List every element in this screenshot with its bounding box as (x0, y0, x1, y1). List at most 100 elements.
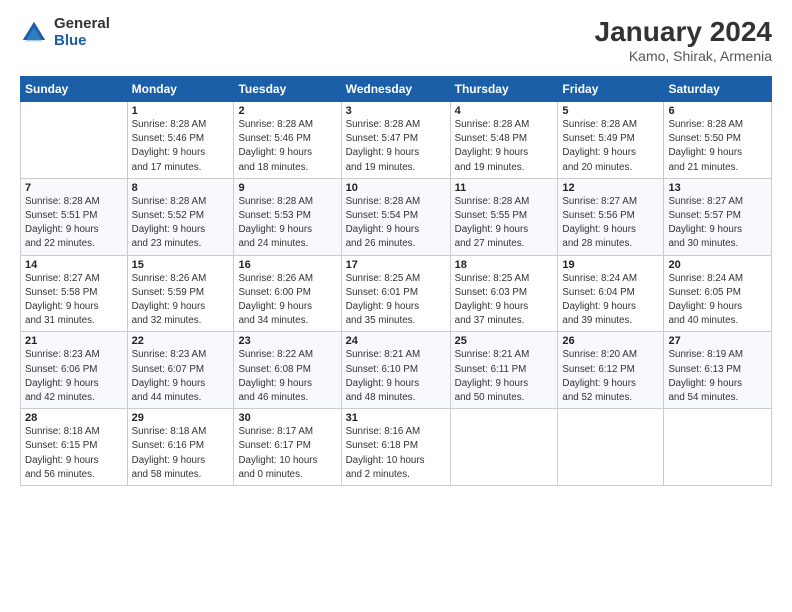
table-row: 2Sunrise: 8:28 AMSunset: 5:46 PMDaylight… (234, 102, 341, 179)
day-info: Sunrise: 8:27 AMSunset: 5:57 PMDaylight:… (668, 195, 767, 252)
table-row: 25Sunrise: 8:21 AMSunset: 6:11 PMDayligh… (450, 332, 558, 409)
table-row: 18Sunrise: 8:25 AMSunset: 6:03 PMDayligh… (450, 255, 558, 332)
day-info: Sunrise: 8:22 AMSunset: 6:08 PMDaylight:… (238, 348, 336, 405)
day-info: Sunrise: 8:18 AMSunset: 6:15 PMDaylight:… (25, 425, 123, 482)
day-number: 6 (668, 105, 767, 117)
table-row: 7Sunrise: 8:28 AMSunset: 5:51 PMDaylight… (21, 178, 128, 255)
calendar-week-row: 21Sunrise: 8:23 AMSunset: 6:06 PMDayligh… (21, 332, 772, 409)
day-number: 30 (238, 412, 336, 424)
day-number: 26 (562, 335, 659, 347)
logo-general-text: General (54, 16, 110, 33)
table-row: 19Sunrise: 8:24 AMSunset: 6:04 PMDayligh… (558, 255, 664, 332)
day-number: 28 (25, 412, 123, 424)
day-info: Sunrise: 8:27 AMSunset: 5:58 PMDaylight:… (25, 272, 123, 329)
day-info: Sunrise: 8:25 AMSunset: 6:01 PMDaylight:… (346, 272, 446, 329)
day-number: 9 (238, 182, 336, 194)
day-info: Sunrise: 8:28 AMSunset: 5:55 PMDaylight:… (455, 195, 554, 252)
day-info: Sunrise: 8:28 AMSunset: 5:49 PMDaylight:… (562, 118, 659, 175)
day-number: 29 (132, 412, 230, 424)
day-number: 13 (668, 182, 767, 194)
col-saturday: Saturday (664, 77, 772, 102)
day-info: Sunrise: 8:28 AMSunset: 5:53 PMDaylight:… (238, 195, 336, 252)
day-info: Sunrise: 8:25 AMSunset: 6:03 PMDaylight:… (455, 272, 554, 329)
day-number: 5 (562, 105, 659, 117)
logo-icon (20, 19, 48, 47)
table-row: 23Sunrise: 8:22 AMSunset: 6:08 PMDayligh… (234, 332, 341, 409)
table-row: 22Sunrise: 8:23 AMSunset: 6:07 PMDayligh… (127, 332, 234, 409)
day-number: 1 (132, 105, 230, 117)
day-info: Sunrise: 8:24 AMSunset: 6:04 PMDaylight:… (562, 272, 659, 329)
table-row: 6Sunrise: 8:28 AMSunset: 5:50 PMDaylight… (664, 102, 772, 179)
day-number: 25 (455, 335, 554, 347)
col-thursday: Thursday (450, 77, 558, 102)
day-info: Sunrise: 8:26 AMSunset: 6:00 PMDaylight:… (238, 272, 336, 329)
day-number: 14 (25, 259, 123, 271)
day-info: Sunrise: 8:18 AMSunset: 6:16 PMDaylight:… (132, 425, 230, 482)
table-row: 14Sunrise: 8:27 AMSunset: 5:58 PMDayligh… (21, 255, 128, 332)
day-info: Sunrise: 8:16 AMSunset: 6:18 PMDaylight:… (346, 425, 446, 482)
day-number: 7 (25, 182, 123, 194)
day-number: 19 (562, 259, 659, 271)
header: General Blue January 2024 Kamo, Shirak, … (20, 16, 772, 64)
day-info: Sunrise: 8:28 AMSunset: 5:46 PMDaylight:… (238, 118, 336, 175)
calendar-week-row: 1Sunrise: 8:28 AMSunset: 5:46 PMDaylight… (21, 102, 772, 179)
day-info: Sunrise: 8:28 AMSunset: 5:47 PMDaylight:… (346, 118, 446, 175)
table-row: 26Sunrise: 8:20 AMSunset: 6:12 PMDayligh… (558, 332, 664, 409)
day-number: 10 (346, 182, 446, 194)
day-number: 16 (238, 259, 336, 271)
day-number: 31 (346, 412, 446, 424)
day-number: 3 (346, 105, 446, 117)
day-number: 2 (238, 105, 336, 117)
day-number: 20 (668, 259, 767, 271)
table-row: 27Sunrise: 8:19 AMSunset: 6:13 PMDayligh… (664, 332, 772, 409)
col-monday: Monday (127, 77, 234, 102)
month-title: January 2024 (595, 16, 772, 48)
table-row: 5Sunrise: 8:28 AMSunset: 5:49 PMDaylight… (558, 102, 664, 179)
table-row: 12Sunrise: 8:27 AMSunset: 5:56 PMDayligh… (558, 178, 664, 255)
col-sunday: Sunday (21, 77, 128, 102)
logo-text: General Blue (54, 16, 110, 49)
table-row: 24Sunrise: 8:21 AMSunset: 6:10 PMDayligh… (341, 332, 450, 409)
day-number: 24 (346, 335, 446, 347)
day-info: Sunrise: 8:23 AMSunset: 6:07 PMDaylight:… (132, 348, 230, 405)
table-row: 30Sunrise: 8:17 AMSunset: 6:17 PMDayligh… (234, 409, 341, 486)
day-info: Sunrise: 8:21 AMSunset: 6:11 PMDaylight:… (455, 348, 554, 405)
day-info: Sunrise: 8:20 AMSunset: 6:12 PMDaylight:… (562, 348, 659, 405)
page: General Blue January 2024 Kamo, Shirak, … (0, 0, 792, 612)
table-row (21, 102, 128, 179)
calendar-week-row: 7Sunrise: 8:28 AMSunset: 5:51 PMDaylight… (21, 178, 772, 255)
logo-blue-text: Blue (54, 33, 110, 50)
day-number: 11 (455, 182, 554, 194)
day-info: Sunrise: 8:27 AMSunset: 5:56 PMDaylight:… (562, 195, 659, 252)
table-row: 28Sunrise: 8:18 AMSunset: 6:15 PMDayligh… (21, 409, 128, 486)
day-info: Sunrise: 8:28 AMSunset: 5:46 PMDaylight:… (132, 118, 230, 175)
day-info: Sunrise: 8:28 AMSunset: 5:48 PMDaylight:… (455, 118, 554, 175)
day-number: 27 (668, 335, 767, 347)
table-row: 10Sunrise: 8:28 AMSunset: 5:54 PMDayligh… (341, 178, 450, 255)
day-number: 21 (25, 335, 123, 347)
day-info: Sunrise: 8:23 AMSunset: 6:06 PMDaylight:… (25, 348, 123, 405)
table-row: 21Sunrise: 8:23 AMSunset: 6:06 PMDayligh… (21, 332, 128, 409)
calendar-header-row: Sunday Monday Tuesday Wednesday Thursday… (21, 77, 772, 102)
title-block: January 2024 Kamo, Shirak, Armenia (595, 16, 772, 64)
day-number: 12 (562, 182, 659, 194)
day-info: Sunrise: 8:24 AMSunset: 6:05 PMDaylight:… (668, 272, 767, 329)
day-number: 22 (132, 335, 230, 347)
calendar-week-row: 14Sunrise: 8:27 AMSunset: 5:58 PMDayligh… (21, 255, 772, 332)
table-row: 1Sunrise: 8:28 AMSunset: 5:46 PMDaylight… (127, 102, 234, 179)
day-number: 15 (132, 259, 230, 271)
day-info: Sunrise: 8:26 AMSunset: 5:59 PMDaylight:… (132, 272, 230, 329)
table-row: 13Sunrise: 8:27 AMSunset: 5:57 PMDayligh… (664, 178, 772, 255)
calendar-week-row: 28Sunrise: 8:18 AMSunset: 6:15 PMDayligh… (21, 409, 772, 486)
table-row: 31Sunrise: 8:16 AMSunset: 6:18 PMDayligh… (341, 409, 450, 486)
col-wednesday: Wednesday (341, 77, 450, 102)
table-row: 20Sunrise: 8:24 AMSunset: 6:05 PMDayligh… (664, 255, 772, 332)
table-row (558, 409, 664, 486)
day-info: Sunrise: 8:21 AMSunset: 6:10 PMDaylight:… (346, 348, 446, 405)
location-title: Kamo, Shirak, Armenia (595, 48, 772, 64)
table-row: 29Sunrise: 8:18 AMSunset: 6:16 PMDayligh… (127, 409, 234, 486)
logo: General Blue (20, 16, 110, 49)
table-row: 3Sunrise: 8:28 AMSunset: 5:47 PMDaylight… (341, 102, 450, 179)
day-number: 18 (455, 259, 554, 271)
day-info: Sunrise: 8:19 AMSunset: 6:13 PMDaylight:… (668, 348, 767, 405)
